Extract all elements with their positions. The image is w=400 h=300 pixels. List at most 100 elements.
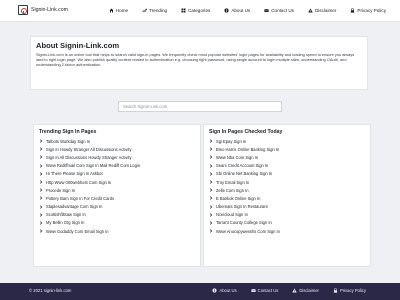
search-input[interactable]	[118, 101, 282, 112]
list-item[interactable]: Procede Sign In	[39, 186, 195, 194]
chevron-right-icon	[209, 213, 213, 217]
nav-label: Trending	[149, 7, 168, 13]
chevron-right-icon	[209, 163, 213, 168]
footer-contact-us[interactable]: Contact Us	[250, 288, 278, 293]
home-icon	[109, 8, 114, 12]
chevron-right-icon	[39, 139, 43, 143]
footer-about-us[interactable]: About Us	[212, 288, 237, 293]
about-text: Signin-Link.com is an online tool that h…	[36, 52, 355, 68]
chevron-right-icon	[39, 163, 43, 168]
chevron-right-icon	[39, 221, 43, 225]
list-item-label: Procede Sign In	[46, 187, 76, 193]
about-title: About Signin-Link.com	[36, 41, 120, 50]
list-item[interactable]: Staplesadvantage Com Sign In	[39, 203, 195, 211]
list-item[interactable]: Www Rediffmail Com Sign In Mail Rediff C…	[39, 162, 195, 170]
top-navbar: Signin-Link.com Home Trending Categories…	[0, 0, 400, 22]
list-item-label: Troy Email Sign In	[216, 179, 250, 185]
list-item[interactable]: Ubereats Sign In Restaurant	[209, 203, 365, 211]
nav-trending[interactable]: Trending	[142, 8, 167, 13]
footer-privacy-policy[interactable]: Privacy Policy	[333, 288, 366, 293]
chevron-right-icon	[39, 196, 43, 201]
list-item-label: Www Godaddy Com Email Sign In	[46, 228, 109, 234]
footer-copyright: © 2021 signin-link.com	[29, 288, 72, 293]
nav-home[interactable]: Home	[109, 8, 128, 13]
about-section: About Signin-Link.com Signin-Link.com is…	[30, 36, 368, 90]
chevron-right-icon	[39, 229, 43, 233]
list-item[interactable]: Zelle Com Sign In	[209, 186, 365, 194]
categories-icon	[181, 8, 186, 12]
trending-icon	[142, 8, 147, 12]
list-item-label: Tarrant County College Sign In	[216, 220, 272, 226]
checked-today-panel: Sign In Pages Checked Today Sgi Epay Sig…	[203, 124, 371, 267]
list-item[interactable]: Sears Credit Account Sign In	[209, 162, 365, 170]
trending-list: Talbots Workday Sign In Sign In Howdy Str…	[34, 137, 200, 235]
list-item-label: E Bankok Online Sign In	[216, 195, 261, 201]
list-item-label: Zelle Com Sign In	[216, 187, 249, 193]
nav-privacy-policy[interactable]: Privacy Policy	[350, 8, 386, 13]
list-item-label: Talbots Workday Sign In	[46, 138, 91, 144]
nav-label: Home	[115, 7, 129, 13]
trending-panel: Trending Sign In Pages Talbots Workday S…	[33, 124, 201, 267]
list-item-label: My Bellin Org Sign In	[46, 220, 85, 226]
list-item[interactable]: Tarrant County College Sign In	[209, 219, 365, 227]
list-item[interactable]: Bmo Harris Online Banking Sign In	[209, 145, 365, 153]
brand[interactable]: Signin-Link.com	[18, 4, 68, 16]
list-item[interactable]: Www Godaddy Com Email Sign In	[39, 227, 195, 235]
list-item[interactable]: My Bellin Org Sign In	[39, 219, 195, 227]
chevron-right-icon	[39, 147, 43, 151]
list-item-label: Www Rediffmail Com Sign In Mail Rediff C…	[46, 163, 141, 169]
footer-disclaimer[interactable]: Disclaimer	[292, 288, 319, 293]
chevron-right-icon	[209, 229, 213, 233]
footer-link-label: Disclaimer	[299, 288, 319, 293]
list-item[interactable]: Sgi Epay Sign In	[209, 137, 365, 145]
chevron-right-icon	[39, 188, 43, 192]
chevron-right-icon	[209, 172, 213, 176]
list-item[interactable]: Nceicloud Sign In	[209, 211, 365, 219]
nav-disclaimer[interactable]: Disclaimer	[308, 8, 336, 13]
checked-today-list: Sgi Epay Sign In Bmo Harris Online Bankin…	[204, 137, 370, 235]
list-item[interactable]: Sign In Howdy Stranger All Discussions A…	[39, 145, 195, 153]
chevron-right-icon	[209, 196, 213, 201]
list-item-label: Ubereats Sign In Restaurant	[216, 204, 268, 210]
list-item-label: Pottery Barn Sign In For Credit Cards	[46, 195, 115, 201]
chevron-right-icon	[39, 155, 43, 160]
list-item[interactable]: Talbots Workday Sign In	[39, 137, 195, 145]
chevron-right-icon	[39, 172, 43, 176]
warning-icon	[308, 7, 313, 12]
list-item[interactable]: E Bankok Online Sign In	[209, 194, 365, 202]
list-item-label: Staplesadvantage Com Sign In	[46, 204, 103, 210]
footer-links: About Us Contact Us Disclaimer Privacy P…	[212, 288, 366, 293]
trending-title: Trending Sign In Pages	[39, 129, 97, 135]
list-item-label: Www Anucopywesshs Com Sign In	[216, 228, 280, 234]
list-item[interactable]: Sign In All Discussions Howdy Stranger A…	[39, 153, 195, 161]
chevron-right-icon	[209, 147, 213, 151]
nav-contact-us[interactable]: Contact Us	[264, 8, 294, 13]
list-item[interactable]: Sbi Online Net Banking Sign In	[209, 170, 365, 178]
footer: © 2021 signin-link.com About Us Contact …	[0, 283, 400, 300]
list-item-label: Sign In Howdy Stranger All Discussions A…	[46, 146, 132, 152]
list-item[interactable]: Www Nba Com Sign In	[209, 153, 365, 161]
chevron-right-icon	[39, 213, 43, 217]
nav-about-us[interactable]: About Us	[224, 8, 250, 13]
mail-icon	[250, 288, 256, 292]
nav-categories[interactable]: Categories	[181, 8, 210, 13]
list-item[interactable]: Hi There Please Sign In Askbot	[39, 170, 195, 178]
footer-link-label: Privacy Policy	[339, 288, 366, 293]
nav-label: Privacy Policy	[357, 7, 386, 13]
chevron-right-icon	[209, 155, 213, 160]
chevron-right-icon	[209, 180, 213, 184]
list-item[interactable]: Troy Email Sign In	[209, 178, 365, 186]
list-item[interactable]: Www Anucopywesshs Com Sign In	[209, 227, 365, 235]
chevron-right-icon	[39, 204, 43, 209]
list-item[interactable]: Pottery Barn Sign In For Credit Cards	[39, 194, 195, 202]
list-item-label: Sears Credit Account Sign In	[216, 163, 269, 169]
chevron-right-icon	[209, 204, 213, 209]
search-box	[118, 101, 282, 112]
chevron-right-icon	[209, 139, 213, 143]
nav-label: Categories	[188, 7, 211, 13]
info-icon	[212, 288, 218, 293]
list-item-label: Http Www 000webhost Com Sign In	[46, 179, 112, 185]
nav-label: Disclaimer	[314, 7, 337, 13]
list-item[interactable]: Scottishfiltsaw Sign In	[39, 211, 195, 219]
list-item[interactable]: Http Www 000webhost Com Sign In	[39, 178, 195, 186]
